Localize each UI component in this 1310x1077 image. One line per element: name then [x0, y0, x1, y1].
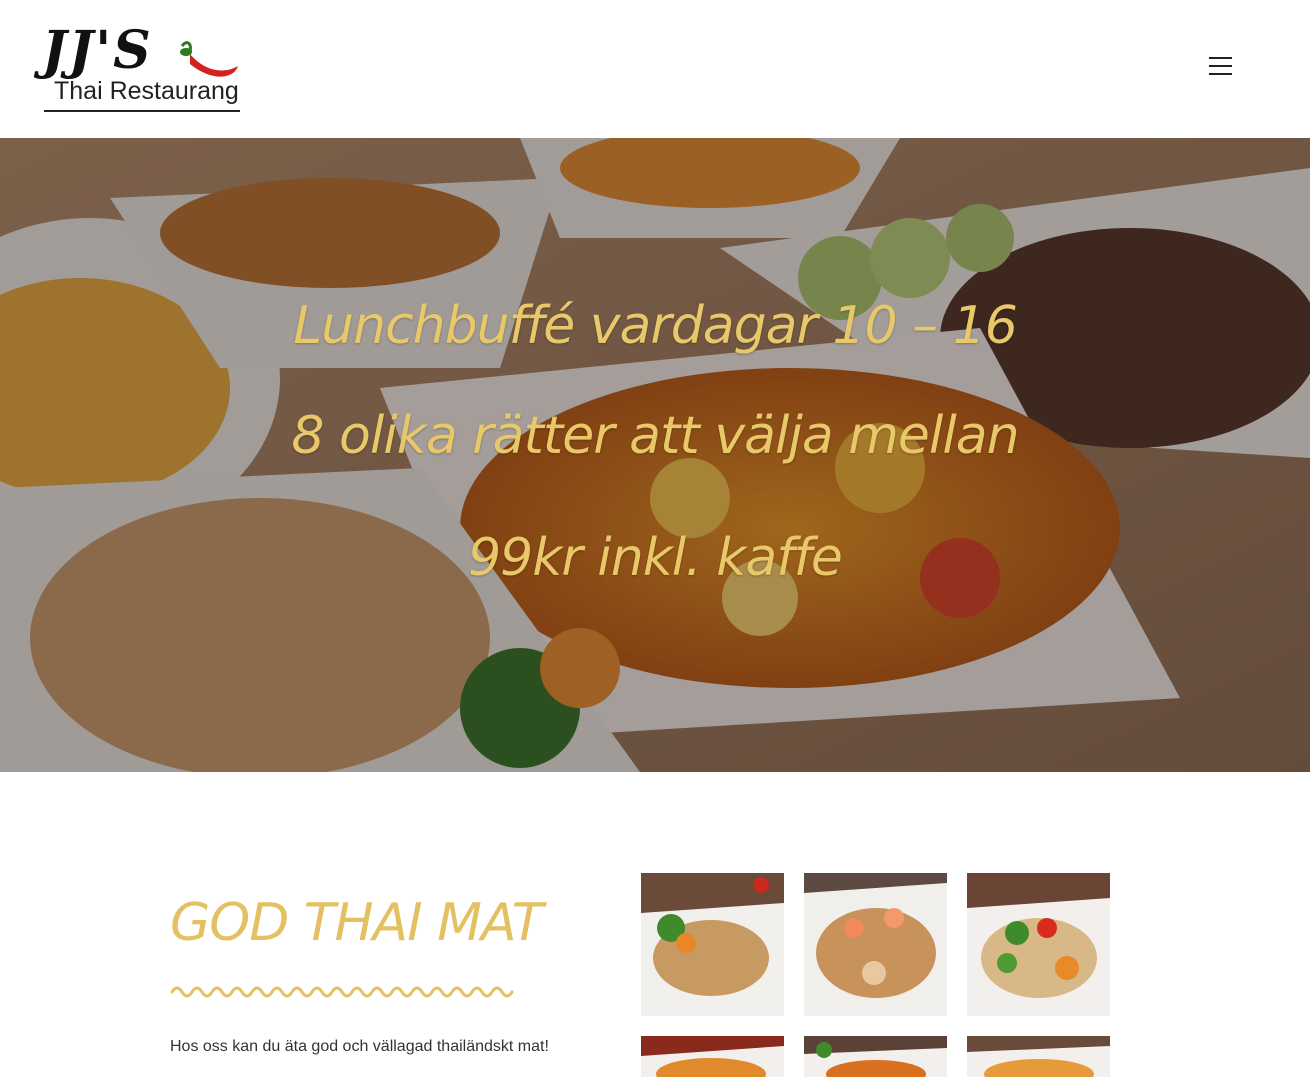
food-photo-icon: [804, 873, 947, 1016]
food-photo-icon: [967, 873, 1110, 1016]
intro-paragraph: Hos oss kan du äta god och vällagad thai…: [170, 1038, 549, 1055]
gallery-image-6[interactable]: [967, 1036, 1110, 1077]
hero-line-3: 99kr inkl. kaffe: [468, 528, 843, 588]
gallery-image-4[interactable]: [641, 1036, 784, 1077]
food-photo-icon: [641, 1036, 784, 1077]
section-title: GOD THAI MAT: [170, 893, 544, 953]
food-photo-icon: [804, 1036, 947, 1077]
logo-underline: [44, 110, 240, 112]
gallery-image-1[interactable]: [641, 873, 784, 1016]
gallery-image-5[interactable]: [804, 1036, 947, 1077]
site-header: JJ'S Thai Restaurang: [0, 0, 1310, 138]
menu-bar: [1209, 57, 1232, 59]
logo-subtitle: Thai Restaurang: [54, 77, 239, 105]
food-photo-icon: [641, 873, 784, 1016]
hero-line-2: 8 olika rätter att välja mellan: [291, 406, 1019, 466]
hero-line-1: Lunchbuffé vardagar 10 – 16: [293, 296, 1018, 356]
gallery-image-3[interactable]: [967, 873, 1110, 1016]
hero-banner: Lunchbuffé vardagar 10 – 16 8 olika rätt…: [0, 138, 1310, 772]
gallery-image-2[interactable]: [804, 873, 947, 1016]
hamburger-menu-icon[interactable]: [1206, 57, 1236, 81]
menu-bar: [1209, 73, 1232, 75]
menu-bar: [1209, 65, 1232, 67]
wavy-divider: [170, 986, 514, 998]
site-logo[interactable]: JJ'S Thai Restaurang: [40, 20, 245, 116]
food-photo-icon: [967, 1036, 1110, 1077]
